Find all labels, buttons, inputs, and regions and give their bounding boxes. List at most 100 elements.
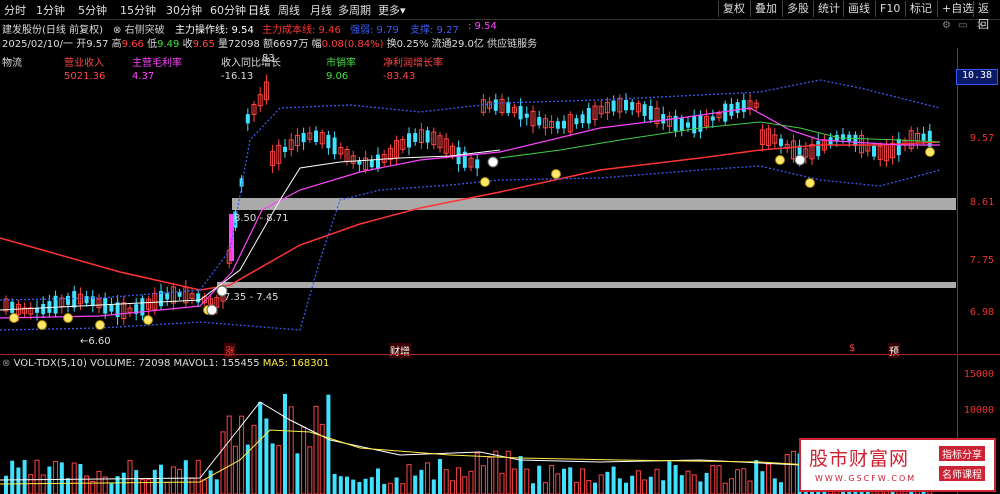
- volume-bar: [326, 394, 331, 494]
- volume-bar: [10, 460, 15, 494]
- support-zone: [217, 282, 956, 288]
- period-tab-30min[interactable]: 30分钟: [166, 2, 202, 18]
- volume-bar: [214, 479, 219, 494]
- candle-body: [283, 146, 287, 152]
- period-tab-multi[interactable]: 多周期: [338, 2, 371, 18]
- volume-bar: [580, 468, 586, 494]
- candle-body: [72, 291, 77, 308]
- period-tab-15min[interactable]: 15分钟: [120, 2, 156, 18]
- back-button[interactable]: 返回: [973, 1, 1000, 31]
- strength-label: 强弱: 9.79: [350, 25, 399, 36]
- add-watchlist-button[interactable]: +自选: [937, 1, 977, 17]
- volume-bar: [59, 462, 64, 494]
- candle-body: [407, 133, 411, 148]
- candle-body: [35, 308, 39, 313]
- buy-signal-icon: [480, 177, 490, 187]
- volume-bar: [667, 461, 672, 494]
- volume-bar: [518, 456, 523, 494]
- mark-button[interactable]: 标记: [905, 1, 936, 17]
- period-tab-monthly[interactable]: 月线: [310, 2, 332, 18]
- volume-bar: [493, 450, 499, 494]
- volume-bar: [47, 466, 52, 494]
- volume-bar: [438, 459, 442, 494]
- candle-body: [475, 159, 480, 169]
- candle-body: [369, 160, 374, 168]
- candle-body: [177, 292, 182, 297]
- volume-bar: [387, 482, 393, 494]
- volume-bar: [425, 462, 431, 494]
- buy-signal-icon: [805, 178, 815, 188]
- volume-bar: [480, 465, 486, 494]
- upper-band: [0, 79, 941, 301]
- volume-bar: [127, 460, 133, 494]
- settings-icon[interactable]: ⚙: [942, 20, 951, 31]
- limit-up-marker[interactable]: 涨: [224, 343, 236, 358]
- multi-stock-button[interactable]: 多股: [782, 1, 813, 17]
- volume-bar: [264, 418, 269, 494]
- volume-bar: [598, 474, 604, 494]
- volume-bar: [276, 445, 282, 494]
- stats-button[interactable]: 统计: [813, 1, 844, 17]
- buy-signal-icon: [925, 147, 935, 157]
- period-tab-daily[interactable]: 日线: [248, 2, 270, 18]
- forecast-marker[interactable]: 预: [888, 343, 900, 358]
- volume-bar: [413, 475, 418, 494]
- volume-bar: [164, 481, 170, 494]
- volume-bar: [611, 466, 616, 494]
- volume-bar: [232, 445, 238, 494]
- draw-line-button[interactable]: 画线: [843, 1, 874, 17]
- candle-body: [872, 145, 876, 157]
- volume-bar: [431, 479, 436, 494]
- candle-body: [524, 113, 529, 118]
- chevron-down-icon: ▾: [400, 4, 406, 17]
- period-tab-1min[interactable]: 1分钟: [36, 2, 65, 18]
- volume-bar: [691, 474, 697, 494]
- price-tick: 9.57: [969, 133, 994, 144]
- overlay-button[interactable]: 叠加: [750, 1, 781, 17]
- volume-bar: [605, 471, 610, 494]
- volume-bar: [474, 452, 480, 494]
- volume-bar: [53, 461, 59, 494]
- volume-bar: [146, 479, 152, 494]
- candle-body: [630, 102, 635, 111]
- volume-bar: [419, 469, 424, 494]
- period-tab-60min[interactable]: 60分钟: [210, 2, 246, 18]
- volume-bar: [586, 480, 592, 494]
- period-tab-weekly[interactable]: 周线: [278, 2, 300, 18]
- volume-bar: [201, 479, 207, 494]
- adjust-button[interactable]: 复权: [718, 1, 749, 17]
- candle-body: [109, 304, 114, 312]
- candle-body: [41, 303, 46, 315]
- minimize-icon[interactable]: ▭: [958, 20, 967, 31]
- buy-signal-icon: [775, 155, 785, 165]
- earnings-marker[interactable]: 财增: [389, 343, 411, 358]
- volume-bar: [109, 483, 114, 494]
- volume-bar: [301, 426, 307, 494]
- candle-body: [66, 296, 70, 305]
- candlestick-chart[interactable]: [0, 48, 958, 353]
- volume-bar: [220, 431, 226, 494]
- volume-bar: [760, 471, 765, 494]
- period-tab-more[interactable]: 更多▾: [378, 2, 406, 18]
- volume-bar: [624, 482, 628, 494]
- period-tab-timeshare[interactable]: 分时: [4, 2, 26, 18]
- candle-body: [245, 114, 250, 124]
- volume-bar: [766, 463, 772, 494]
- candle-body: [710, 116, 715, 121]
- volume-bar: [121, 472, 126, 494]
- candle-body: [140, 298, 145, 316]
- close-icon[interactable]: ✕: [976, 20, 984, 31]
- volume-tick: 10000: [963, 405, 994, 416]
- candle-body: [723, 103, 728, 122]
- dollar-marker[interactable]: $: [849, 343, 855, 354]
- volume-bar: [661, 480, 666, 494]
- f10-button[interactable]: F10: [875, 1, 904, 17]
- volume-bar: [741, 468, 747, 494]
- candle-body: [165, 293, 170, 300]
- volume-bar: [468, 470, 474, 494]
- volume-bar: [251, 424, 257, 494]
- volume-bar: [617, 478, 622, 494]
- indicator-selector[interactable]: ⊗ 右侧突破: [113, 21, 165, 36]
- volume-bar: [102, 476, 108, 494]
- period-tab-5min[interactable]: 5分钟: [78, 2, 107, 18]
